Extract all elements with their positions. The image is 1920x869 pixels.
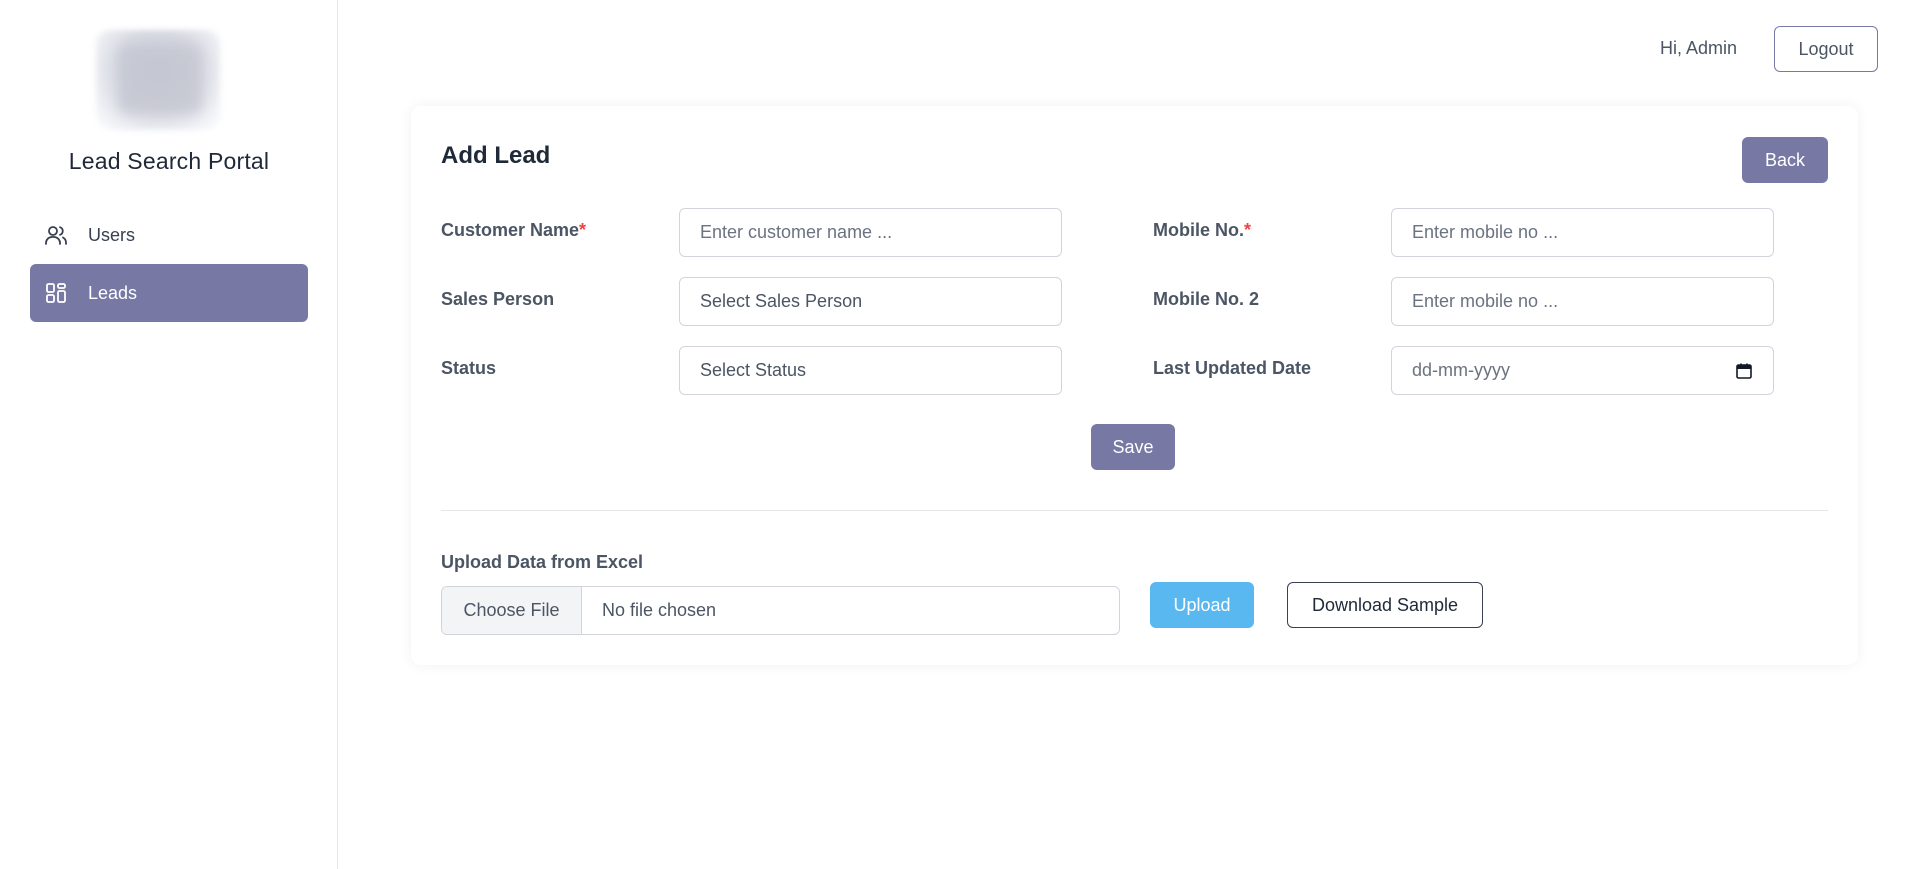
file-input[interactable]: Choose File No file chosen (441, 586, 1120, 635)
required-marker: * (1244, 220, 1252, 240)
mobile-no-2-input[interactable]: Enter mobile no ... (1391, 277, 1774, 326)
sidebar-item-label: Leads (88, 282, 138, 303)
required-marker: * (579, 220, 587, 240)
logo-mark (118, 44, 202, 114)
date-placeholder: dd-mm-yyyy (1412, 360, 1510, 380)
sidebar-item-leads[interactable]: Leads (30, 264, 308, 322)
status-select[interactable]: Select Status (679, 346, 1062, 395)
upload-button[interactable]: Upload (1150, 582, 1254, 628)
customer-name-input[interactable]: Enter customer name ... (679, 208, 1062, 257)
sales-person-label: Sales Person (441, 289, 555, 309)
brand-title: Lead Search Portal (68, 148, 270, 174)
download-sample-button[interactable]: Download Sample (1287, 582, 1483, 628)
sales-person-select[interactable]: Select Sales Person (679, 277, 1062, 326)
back-button[interactable]: Back (1742, 137, 1828, 183)
status-label: Status (441, 358, 497, 378)
sidebar-item-label: Users (88, 224, 136, 245)
mobile-no-input[interactable]: Enter mobile no ... (1391, 208, 1774, 257)
sidebar: Lead Search Portal Users Leads (0, 0, 338, 869)
choose-file-button[interactable]: Choose File (442, 587, 582, 634)
save-button[interactable]: Save (1091, 424, 1175, 470)
users-icon (44, 223, 68, 247)
page-title: Add Lead (441, 142, 551, 169)
section-divider (441, 510, 1828, 511)
upload-label: Upload Data from Excel (441, 552, 644, 572)
add-lead-card: Add Lead Back Customer Name* Enter custo… (411, 106, 1858, 665)
sidebar-item-users[interactable]: Users (30, 206, 308, 264)
mobile-no-label: Mobile No.* (1153, 220, 1252, 240)
sidebar-nav: Users Leads (30, 206, 308, 322)
calendar-icon[interactable] (1735, 362, 1753, 385)
file-status-text: No file chosen (602, 600, 717, 620)
dashboard-icon (44, 281, 68, 305)
last-updated-date-label: Last Updated Date (1153, 358, 1312, 378)
last-updated-date-input[interactable]: dd-mm-yyyy (1391, 346, 1774, 395)
customer-name-label: Customer Name* (441, 220, 587, 240)
user-greeting: Hi, Admin (1660, 38, 1738, 58)
logout-button[interactable]: Logout (1774, 26, 1878, 72)
mobile-no-2-label: Mobile No. 2 (1153, 289, 1260, 309)
app-root: Lead Search Portal Users Leads Hi, Admin… (0, 0, 1920, 869)
